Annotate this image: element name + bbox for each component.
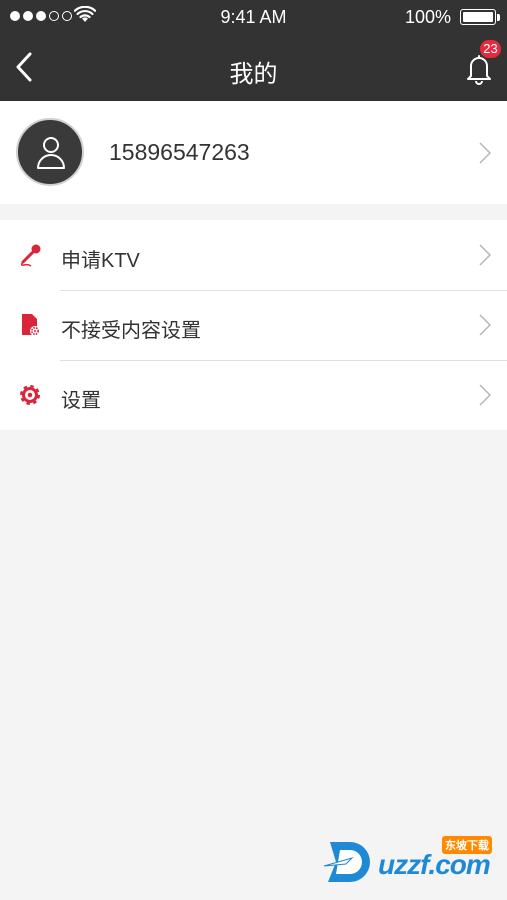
user-icon bbox=[37, 137, 65, 169]
microphone-icon bbox=[20, 244, 41, 267]
battery-percent: 100% bbox=[404, 7, 451, 27]
profile-row[interactable]: 15896547263 bbox=[0, 101, 507, 204]
menu-item-label: 设置 bbox=[61, 390, 101, 412]
page-title: 我的 bbox=[229, 61, 278, 88]
menu-item-settings[interactable]: 设置 bbox=[0, 360, 507, 430]
gear-icon bbox=[20, 385, 40, 405]
chevron-right-icon bbox=[479, 314, 491, 336]
menu-item-content-block-settings[interactable]: 不接受内容设置 bbox=[0, 290, 507, 360]
chevron-right-icon bbox=[479, 384, 491, 406]
top-bar: 9:41 AM 100% 我的 bbox=[0, 0, 507, 101]
nav-bar: 我的 bbox=[0, 34, 507, 101]
document-settings-icon bbox=[22, 314, 40, 336]
watermark-d-icon bbox=[323, 842, 370, 882]
menu-list: 申请KTV 不接受内容设置 设置 bbox=[0, 220, 507, 430]
chevron-right-icon bbox=[479, 142, 491, 164]
watermark-subtext: 东坡下载 bbox=[442, 836, 492, 854]
chevron-right-icon bbox=[479, 244, 491, 266]
phone-number: 15896547263 bbox=[109, 139, 250, 165]
watermark-logo: uzzf.com 东坡下载 bbox=[322, 836, 500, 886]
notification-badge: 23 bbox=[480, 40, 501, 58]
avatar bbox=[16, 118, 84, 186]
menu-item-apply-ktv[interactable]: 申请KTV bbox=[0, 220, 507, 290]
menu-item-label: 申请KTV bbox=[61, 250, 140, 272]
battery-icon bbox=[460, 9, 496, 25]
status-bar: 9:41 AM 100% bbox=[0, 0, 507, 34]
menu-item-label: 不接受内容设置 bbox=[61, 320, 201, 342]
